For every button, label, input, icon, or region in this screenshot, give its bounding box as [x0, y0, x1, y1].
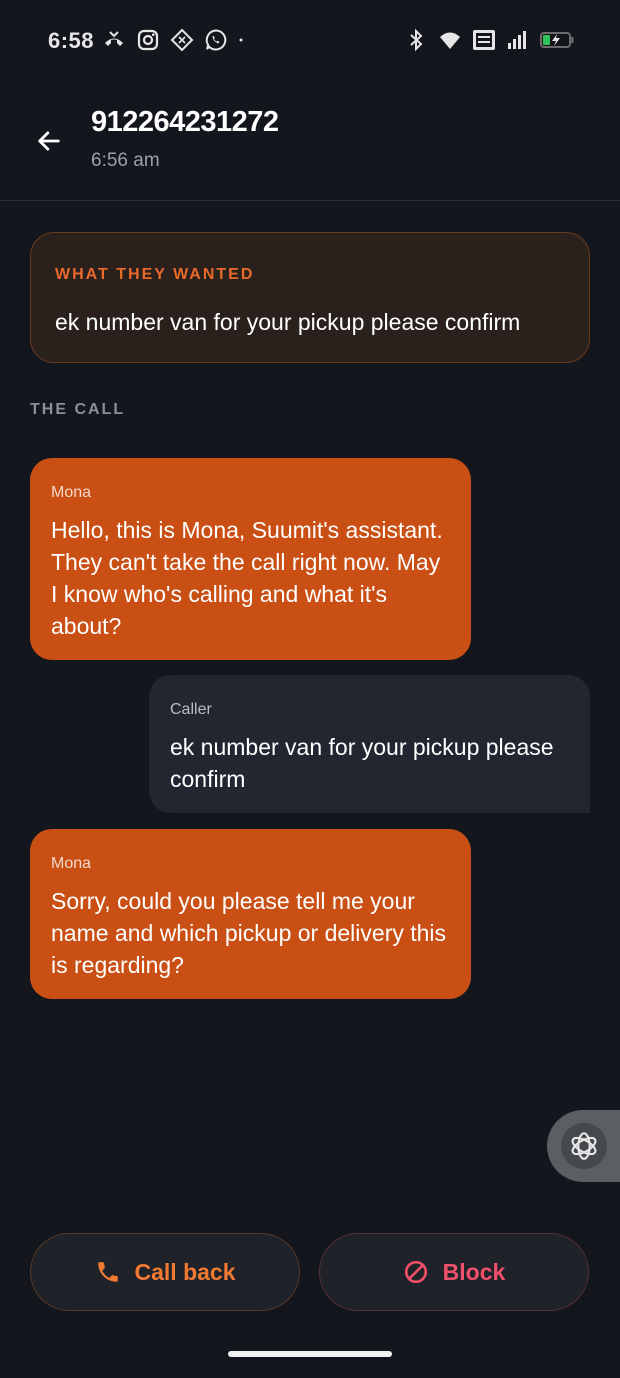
signal-icon [508, 31, 526, 49]
call-back-label: Call back [134, 1258, 236, 1285]
status-time: 6:58 [48, 28, 95, 53]
message-speaker: Caller [170, 701, 212, 718]
summary-text: ek number van for your pickup please con… [55, 309, 521, 335]
instagram-icon [137, 29, 159, 51]
floating-assistant-button[interactable] [547, 1110, 620, 1182]
battery-charging-icon [540, 32, 574, 48]
missed-call-icon [105, 31, 123, 46]
summary-card: WHAT THEY WANTED ek number van for your … [30, 232, 590, 363]
block-button[interactable]: Block [319, 1233, 589, 1311]
header: 912264231272 6:56 am [0, 84, 620, 201]
screen: 6:58 912264231272 6:56 am WHAT THEY WANT… [0, 0, 620, 1378]
status-right-icons [404, 28, 574, 52]
whatsapp-icon [205, 29, 227, 51]
phone-icon [97, 1262, 118, 1282]
message-speaker: Mona [51, 855, 92, 872]
back-button[interactable] [30, 122, 68, 160]
status-left-icons [102, 28, 250, 52]
status-bar: 6:58 [0, 0, 620, 84]
dot-icon [239, 38, 243, 42]
wifi-icon [440, 32, 460, 49]
section-label-the-call: THE CALL [30, 401, 126, 418]
block-label: Block [442, 1258, 506, 1285]
message-text: ek number van for your pickup please con… [170, 734, 554, 792]
message-text: Sorry, could you please tell me your nam… [51, 888, 447, 978]
summary-label: WHAT THEY WANTED [55, 266, 255, 283]
message-text: Hello, this is Mona, Suumit's assistant.… [51, 517, 443, 639]
arrow-left-icon [38, 131, 60, 151]
volte-icon [473, 30, 495, 50]
call-time: 6:56 am [91, 150, 160, 171]
caller-number: 912264231272 [91, 106, 279, 138]
message-bubble-agent: Mona Sorry, could you please tell me you… [30, 829, 471, 999]
assistant-icon [561, 1123, 607, 1169]
app-icon [170, 28, 194, 52]
message-bubble-caller: Caller ek number van for your pickup ple… [149, 675, 590, 813]
message-speaker: Mona [51, 484, 92, 501]
bluetooth-icon [410, 28, 423, 52]
call-back-button[interactable]: Call back [30, 1233, 300, 1311]
message-bubble-agent: Mona Hello, this is Mona, Suumit's assis… [30, 458, 471, 660]
home-indicator[interactable] [228, 1351, 392, 1357]
block-icon [404, 1260, 427, 1284]
